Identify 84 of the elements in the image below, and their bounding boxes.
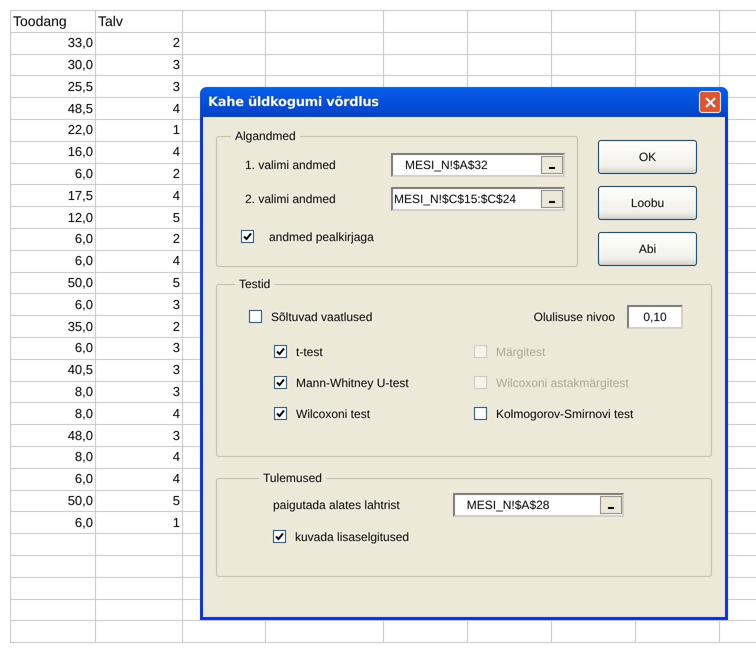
checkbox[interactable]: [274, 345, 287, 358]
table-cell: 3: [96, 359, 182, 382]
group-title: Algandmed: [234, 129, 297, 143]
table-cell: 6,0: [10, 468, 96, 490]
table-cell: 50,0: [10, 272, 96, 294]
table-cell: 2: [96, 163, 182, 185]
field-label: Olulisuse nivoo: [534, 310, 615, 324]
checkbox-label: Sõltuvad vaatlused: [271, 310, 372, 324]
table-cell: 48,0: [10, 424, 96, 446]
dialog-button[interactable]: OK: [598, 140, 697, 174]
table-cell: 4: [96, 98, 182, 120]
field-label: 2. valimi andmed: [245, 192, 337, 206]
collapse-button[interactable]: [541, 156, 563, 174]
table-cell: 2: [96, 32, 182, 54]
checkbox[interactable]: [274, 407, 287, 420]
range-field[interactable]: MESI_N!$A$32: [391, 153, 565, 177]
table-cell: 4: [96, 446, 182, 468]
table-cell: 2: [96, 316, 182, 338]
table-cell: 3: [96, 424, 182, 446]
table-cell: 3: [96, 54, 182, 76]
checkbox-label: Wilcoxoni test: [296, 406, 370, 420]
table-cell: 1: [96, 119, 182, 142]
table-cell: 6,0: [10, 228, 96, 250]
column-header: Talv: [96, 10, 182, 32]
checkbox-label: Wilcoxoni astakmärgitest: [496, 376, 629, 390]
table-cell: 2: [96, 228, 182, 250]
table-cell: 50,0: [10, 490, 96, 512]
table-cell: 3: [96, 76, 182, 98]
table-cell: 1: [96, 512, 182, 534]
field-label: paigutada alates lahtrist: [273, 498, 400, 512]
table-cell: 16,0: [10, 141, 96, 164]
checkbox[interactable]: [273, 530, 286, 543]
table-cell: 4: [96, 250, 182, 272]
checkbox[interactable]: [249, 310, 262, 323]
table-cell: 33,0: [10, 32, 96, 54]
significance-field[interactable]: 0,10: [627, 304, 683, 328]
range-field[interactable]: MESI_N!$C$15:$C$24: [391, 187, 565, 211]
table-cell: 4: [96, 402, 182, 425]
close-button[interactable]: [699, 91, 721, 113]
table-cell: 30,0: [10, 54, 96, 76]
close-icon: [704, 96, 716, 108]
checkbox-label: t-test: [296, 344, 323, 358]
table-cell: 6,0: [10, 337, 96, 360]
table-cell: 5: [96, 272, 182, 294]
table-cell: 22,0: [10, 119, 96, 142]
group-title: Tulemused: [262, 471, 323, 485]
table-cell: 4: [96, 468, 182, 490]
checkbox-label: andmed pealkirjaga: [269, 230, 374, 244]
table-cell: 5: [96, 206, 182, 228]
collapse-button[interactable]: [541, 190, 563, 208]
group-title: Testid: [238, 277, 272, 291]
table-cell: 25,5: [10, 76, 96, 98]
checkbox-label: Kolmogorov-Smirnovi test: [496, 406, 634, 420]
table-cell: 5: [96, 490, 182, 512]
table-cell: 4: [96, 141, 182, 164]
table-cell: 8,0: [10, 381, 96, 403]
table-cell: 6,0: [10, 512, 96, 534]
table-cell: 12,0: [10, 206, 96, 228]
table-cell: 3: [96, 337, 182, 360]
table-cell: 17,5: [10, 184, 96, 207]
table-cell: 6,0: [10, 294, 96, 316]
table-cell: 8,0: [10, 402, 96, 425]
dialog-button[interactable]: Loobu: [598, 186, 697, 220]
table-cell: 4: [96, 184, 182, 207]
table-cell: 3: [96, 381, 182, 403]
checkbox-label: kuvada lisaselgitused: [295, 530, 410, 544]
checkbox-label: Mann-Whitney U-test: [296, 376, 409, 390]
table-cell: 6,0: [10, 163, 96, 185]
table-cell: 6,0: [10, 250, 96, 272]
checkbox-label: Märgitest: [496, 344, 546, 358]
checkbox[interactable]: [274, 376, 287, 389]
window-title: Kahe üldkogumi võrdlus: [208, 94, 379, 110]
field-label: 1. valimi andmed: [245, 158, 337, 172]
table-cell: 35,0: [10, 316, 96, 338]
table-cell: 40,5: [10, 359, 96, 382]
collapse-button[interactable]: [600, 496, 622, 514]
range-field[interactable]: MESI_N!$A$28: [452, 493, 624, 517]
table-cell: 3: [96, 294, 182, 316]
table-cell: 48,5: [10, 98, 96, 120]
checkbox[interactable]: [241, 230, 254, 243]
checkbox[interactable]: [474, 407, 487, 420]
table-cell: 8,0: [10, 446, 96, 468]
column-header: Toodang: [10, 10, 96, 32]
dialog-button[interactable]: Abi: [598, 232, 697, 266]
